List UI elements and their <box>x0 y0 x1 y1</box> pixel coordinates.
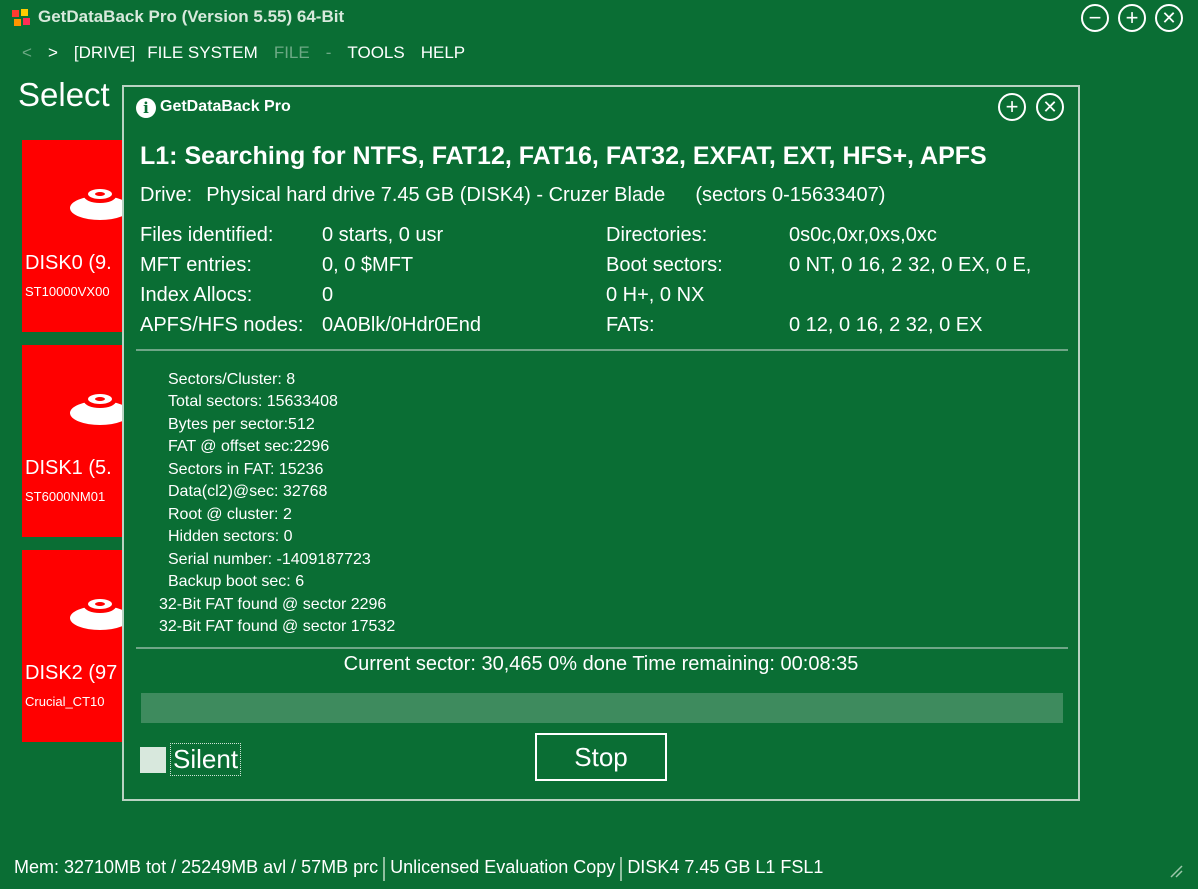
disk-tile-2[interactable]: DISK2 (97 Crucial_CT10 <box>22 550 132 742</box>
stat-label: MFT entries: <box>140 254 252 276</box>
stat-value: 0 NT, 0 16, 2 32, 0 EX, 0 E, <box>789 254 1032 276</box>
found-line: 32-Bit FAT found @ sector 17532 <box>159 618 396 635</box>
disk-model: ST10000VX00 <box>25 284 110 299</box>
menu-file[interactable]: FILE <box>274 43 310 63</box>
menu-bar: < > [DRIVE] FILE SYSTEM FILE - TOOLS HEL… <box>22 43 481 63</box>
stat-value: 0s0c,0xr,0xs,0xc <box>789 224 937 246</box>
memory-status: Mem: 32710MB tot / 25249MB avl / 57MB pr… <box>14 857 379 877</box>
stat-label: Boot sectors: <box>606 254 723 276</box>
forward-button[interactable]: > <box>48 43 58 63</box>
dialog-title: GetDataBack Pro <box>160 98 291 115</box>
menu-drive[interactable]: [DRIVE] <box>74 43 135 63</box>
window-title: GetDataBack Pro (Version 5.55) 64-Bit <box>38 7 345 26</box>
bpb-line: Bytes per sector:512 <box>168 416 315 433</box>
bpb-line: Root @ cluster: 2 <box>168 506 292 523</box>
menu-file-system[interactable]: FILE SYSTEM <box>147 43 258 63</box>
resize-grip-icon[interactable] <box>1167 862 1183 878</box>
bpb-line: Sectors in FAT: 15236 <box>168 461 324 478</box>
drive-label: Drive: <box>140 184 193 206</box>
found-line: 32-Bit FAT found @ sector 2296 <box>159 596 387 613</box>
disk-name: DISK2 (97 <box>25 662 118 684</box>
stat-label: Directories: <box>606 224 708 246</box>
minimize-icon[interactable]: − <box>1081 4 1109 32</box>
progress-bar <box>141 693 1063 723</box>
menu-help[interactable]: HELP <box>421 43 465 63</box>
disk-model: Crucial_CT10 <box>25 694 105 709</box>
disk-tile-1[interactable]: DISK1 (5. ST6000NM01 <box>22 345 132 537</box>
license-status: Unlicensed Evaluation Copy <box>390 857 616 877</box>
back-button[interactable]: < <box>22 43 32 63</box>
app-logo-icon <box>12 9 30 26</box>
bpb-line: Backup boot sec: 6 <box>168 573 305 590</box>
bpb-line: Hidden sectors: 0 <box>168 528 293 545</box>
status-divider <box>383 857 386 881</box>
bpb-line: FAT @ offset sec:2296 <box>168 438 330 455</box>
stat-label: Files identified: <box>140 224 274 246</box>
disk-icon <box>70 394 130 425</box>
bpb-line: Serial number: -1409187723 <box>168 551 371 568</box>
disk-tile-0[interactable]: DISK0 (9. ST10000VX00 <box>22 140 132 332</box>
divider <box>136 349 1068 351</box>
disk-name: DISK0 (9. <box>25 252 112 274</box>
divider <box>136 647 1068 649</box>
stop-button[interactable]: Stop <box>535 733 667 781</box>
silent-label[interactable]: Silent <box>170 743 242 776</box>
stat-label: FATs: <box>606 314 655 336</box>
stat-label: APFS/HFS nodes: <box>140 314 304 336</box>
stat-value: 0 12, 0 16, 2 32, 0 EX <box>789 314 983 336</box>
maximize-icon[interactable]: + <box>1118 4 1146 32</box>
stat-value: 0 <box>322 284 334 306</box>
maximize-icon[interactable]: + <box>998 93 1026 121</box>
drive-sectors: (sectors 0-15633407) <box>695 184 886 206</box>
stat-value: 0, 0 $MFT <box>322 254 414 276</box>
close-icon[interactable]: ✕ <box>1155 4 1183 32</box>
menu-tools[interactable]: TOOLS <box>347 43 404 63</box>
bpb-line: Data(cl2)@sec: 32768 <box>168 483 328 500</box>
stat-label: Index Allocs: <box>140 284 253 306</box>
stat-value: 0A0Blk/0Hdr0End <box>322 314 481 336</box>
status-bar: Mem: 32710MB tot / 25249MB avl / 57MB pr… <box>14 857 823 881</box>
bpb-line: Sectors/Cluster: 8 <box>168 371 296 388</box>
status-divider <box>620 857 623 881</box>
drive-line: Drive: Physical hard drive 7.45 GB (DISK4… <box>140 184 885 207</box>
drive-value: Physical hard drive 7.45 GB (DISK4) - Cr… <box>206 184 666 206</box>
menu-separator: - <box>325 43 332 62</box>
progress-status: Current sector: 30,465 0% done Time rema… <box>343 653 859 675</box>
disk-icon <box>70 189 130 220</box>
search-dialog: i GetDataBack Pro + ✕ L1: Searching for … <box>122 85 1080 801</box>
search-headline: L1: Searching for NTFS, FAT12, FAT16, FA… <box>140 142 987 170</box>
bpb-line: Total sectors: 15633408 <box>168 393 338 410</box>
disk-model: ST6000NM01 <box>25 489 106 504</box>
disk-name: DISK1 (5. <box>25 457 112 479</box>
stat-value: 0 starts, 0 usr <box>322 224 444 246</box>
drive-status: DISK4 7.45 GB L1 FSL1 <box>627 857 824 877</box>
page-heading: Select <box>18 76 110 113</box>
stat-value: 0 H+, 0 NX <box>606 284 705 306</box>
silent-checkbox[interactable] <box>140 747 166 773</box>
close-icon[interactable]: ✕ <box>1036 93 1064 121</box>
info-icon: i <box>136 98 156 118</box>
disk-icon <box>70 599 130 630</box>
